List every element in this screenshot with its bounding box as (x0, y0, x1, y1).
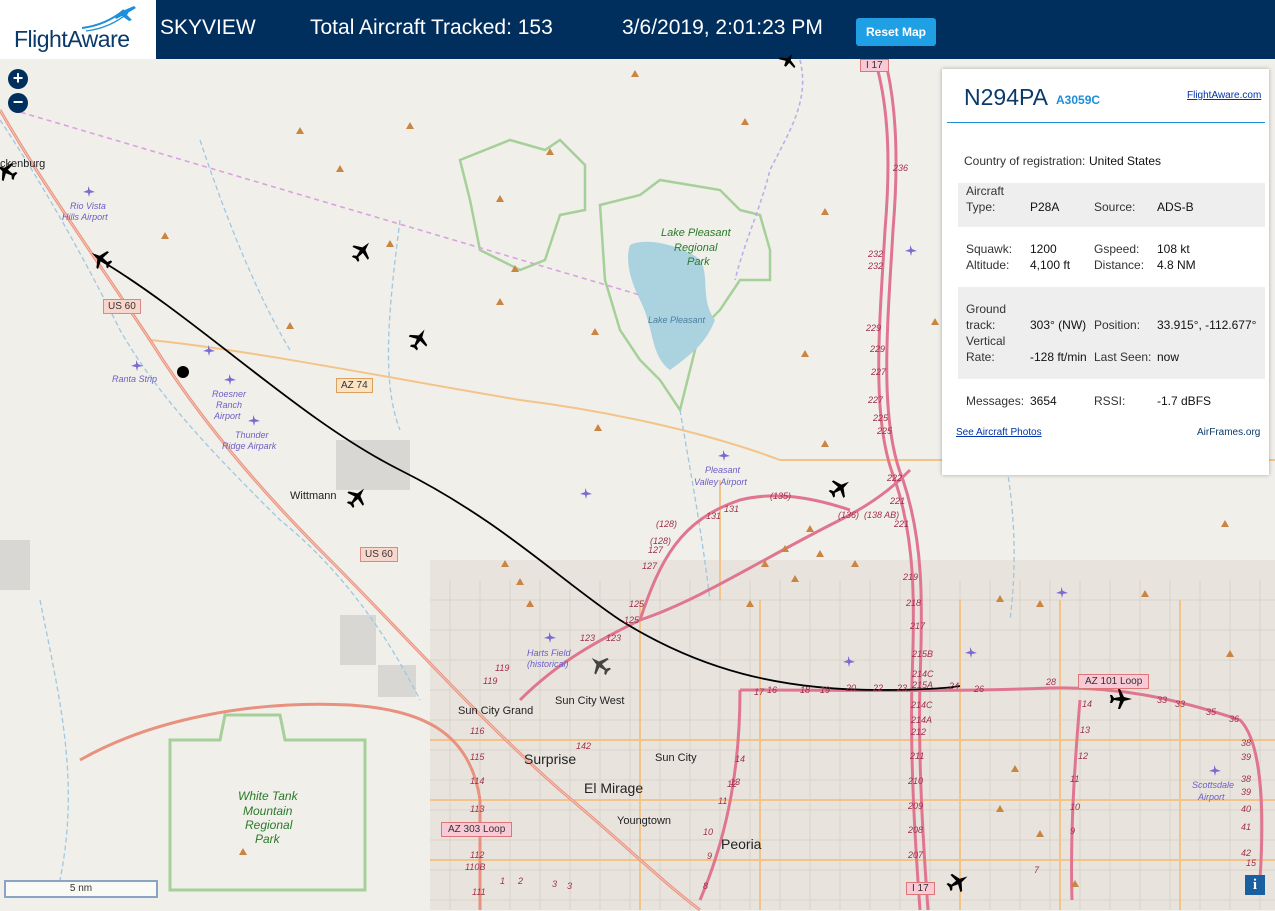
squawk-value: 1200 (1030, 242, 1057, 256)
row-track-position: Ground track: 303° (NW) Position: 33.915… (958, 287, 1265, 379)
zoom-in-button[interactable]: + (8, 69, 28, 89)
rssi-value: -1.7 dBFS (1157, 394, 1212, 408)
aircraft-icon-selected[interactable] (90, 247, 112, 271)
airframes-link[interactable]: AirFrames.org (1197, 427, 1260, 438)
top-bar: FlightAware SKYVIEW Total Aircraft Track… (0, 0, 1275, 59)
aircraft-icon[interactable] (345, 485, 369, 509)
aircraft-icon[interactable] (946, 870, 970, 894)
aircraft-icon[interactable] (1108, 686, 1134, 712)
position-value: 33.915°, -112.677° (1157, 318, 1257, 332)
aircraft-icon[interactable] (350, 239, 374, 263)
altitude-value: 4,100 ft (1030, 258, 1071, 272)
aircraft-type-value: P28A (1030, 200, 1060, 214)
distance-value: 4.8 NM (1157, 258, 1196, 272)
vertical-rate-value: -128 ft/min (1030, 350, 1087, 364)
origin-marker (177, 366, 189, 378)
row-messages-rssi: Messages: 3654 RSSI: -1.7 dBFS (966, 394, 1212, 408)
zoom-out-button[interactable]: − (8, 93, 28, 113)
map-scale-bar: 5 nm (4, 880, 158, 898)
lake-pleasant (628, 241, 715, 370)
info-icon[interactable]: i (1245, 875, 1265, 895)
park-boundary (458, 138, 587, 272)
logo-wordmark: FlightAware (14, 26, 130, 52)
aircraft-tracked-count: Total Aircraft Tracked: 153 (310, 16, 553, 39)
map-view[interactable]: ckenburg Rio Vista Hills Airport Ranta S… (0, 54, 1275, 911)
app-name: SKYVIEW (160, 16, 256, 39)
country-value: United States (1089, 154, 1162, 168)
last-seen-value: now (1157, 350, 1180, 364)
panel-divider (947, 122, 1265, 123)
reset-map-button[interactable]: Reset Map (856, 18, 936, 46)
industrial-block (336, 440, 410, 490)
aircraft-photos-link[interactable]: See Aircraft Photos (956, 427, 1042, 438)
aircraft-registration: N294PA (964, 84, 1048, 110)
messages-value: 3654 (1030, 394, 1057, 408)
flightaware-link[interactable]: FlightAware.com (1187, 90, 1261, 101)
country-label: Country of registration: (964, 154, 1086, 168)
aircraft-hex-code: A3059C (1056, 93, 1101, 107)
ground-track-value: 303° (NW) (1030, 318, 1087, 332)
aircraft-icon[interactable] (588, 653, 612, 677)
current-datetime: 3/6/2019, 2:01:23 PM (622, 16, 823, 39)
aircraft-icon[interactable] (407, 327, 431, 351)
white-tank-park-boundary (168, 713, 367, 892)
aircraft-icon[interactable] (0, 159, 18, 183)
flightaware-logo[interactable]: FlightAware (0, 0, 156, 59)
row-type-source: Aircraft Type: P28A Source: ADS-B (958, 183, 1265, 227)
gspeed-value: 108 kt (1157, 242, 1190, 256)
aircraft-info-panel: N294PA A3059C FlightAware.com Country of… (942, 69, 1269, 475)
row-squawk-speed: Squawk: 1200 Gspeed: 108 kt Altitude: 4,… (966, 242, 1196, 272)
aircraft-icon[interactable] (778, 53, 798, 69)
urban-area (430, 560, 1275, 910)
aircraft-icon[interactable] (828, 476, 852, 500)
source-value: ADS-B (1157, 200, 1194, 214)
